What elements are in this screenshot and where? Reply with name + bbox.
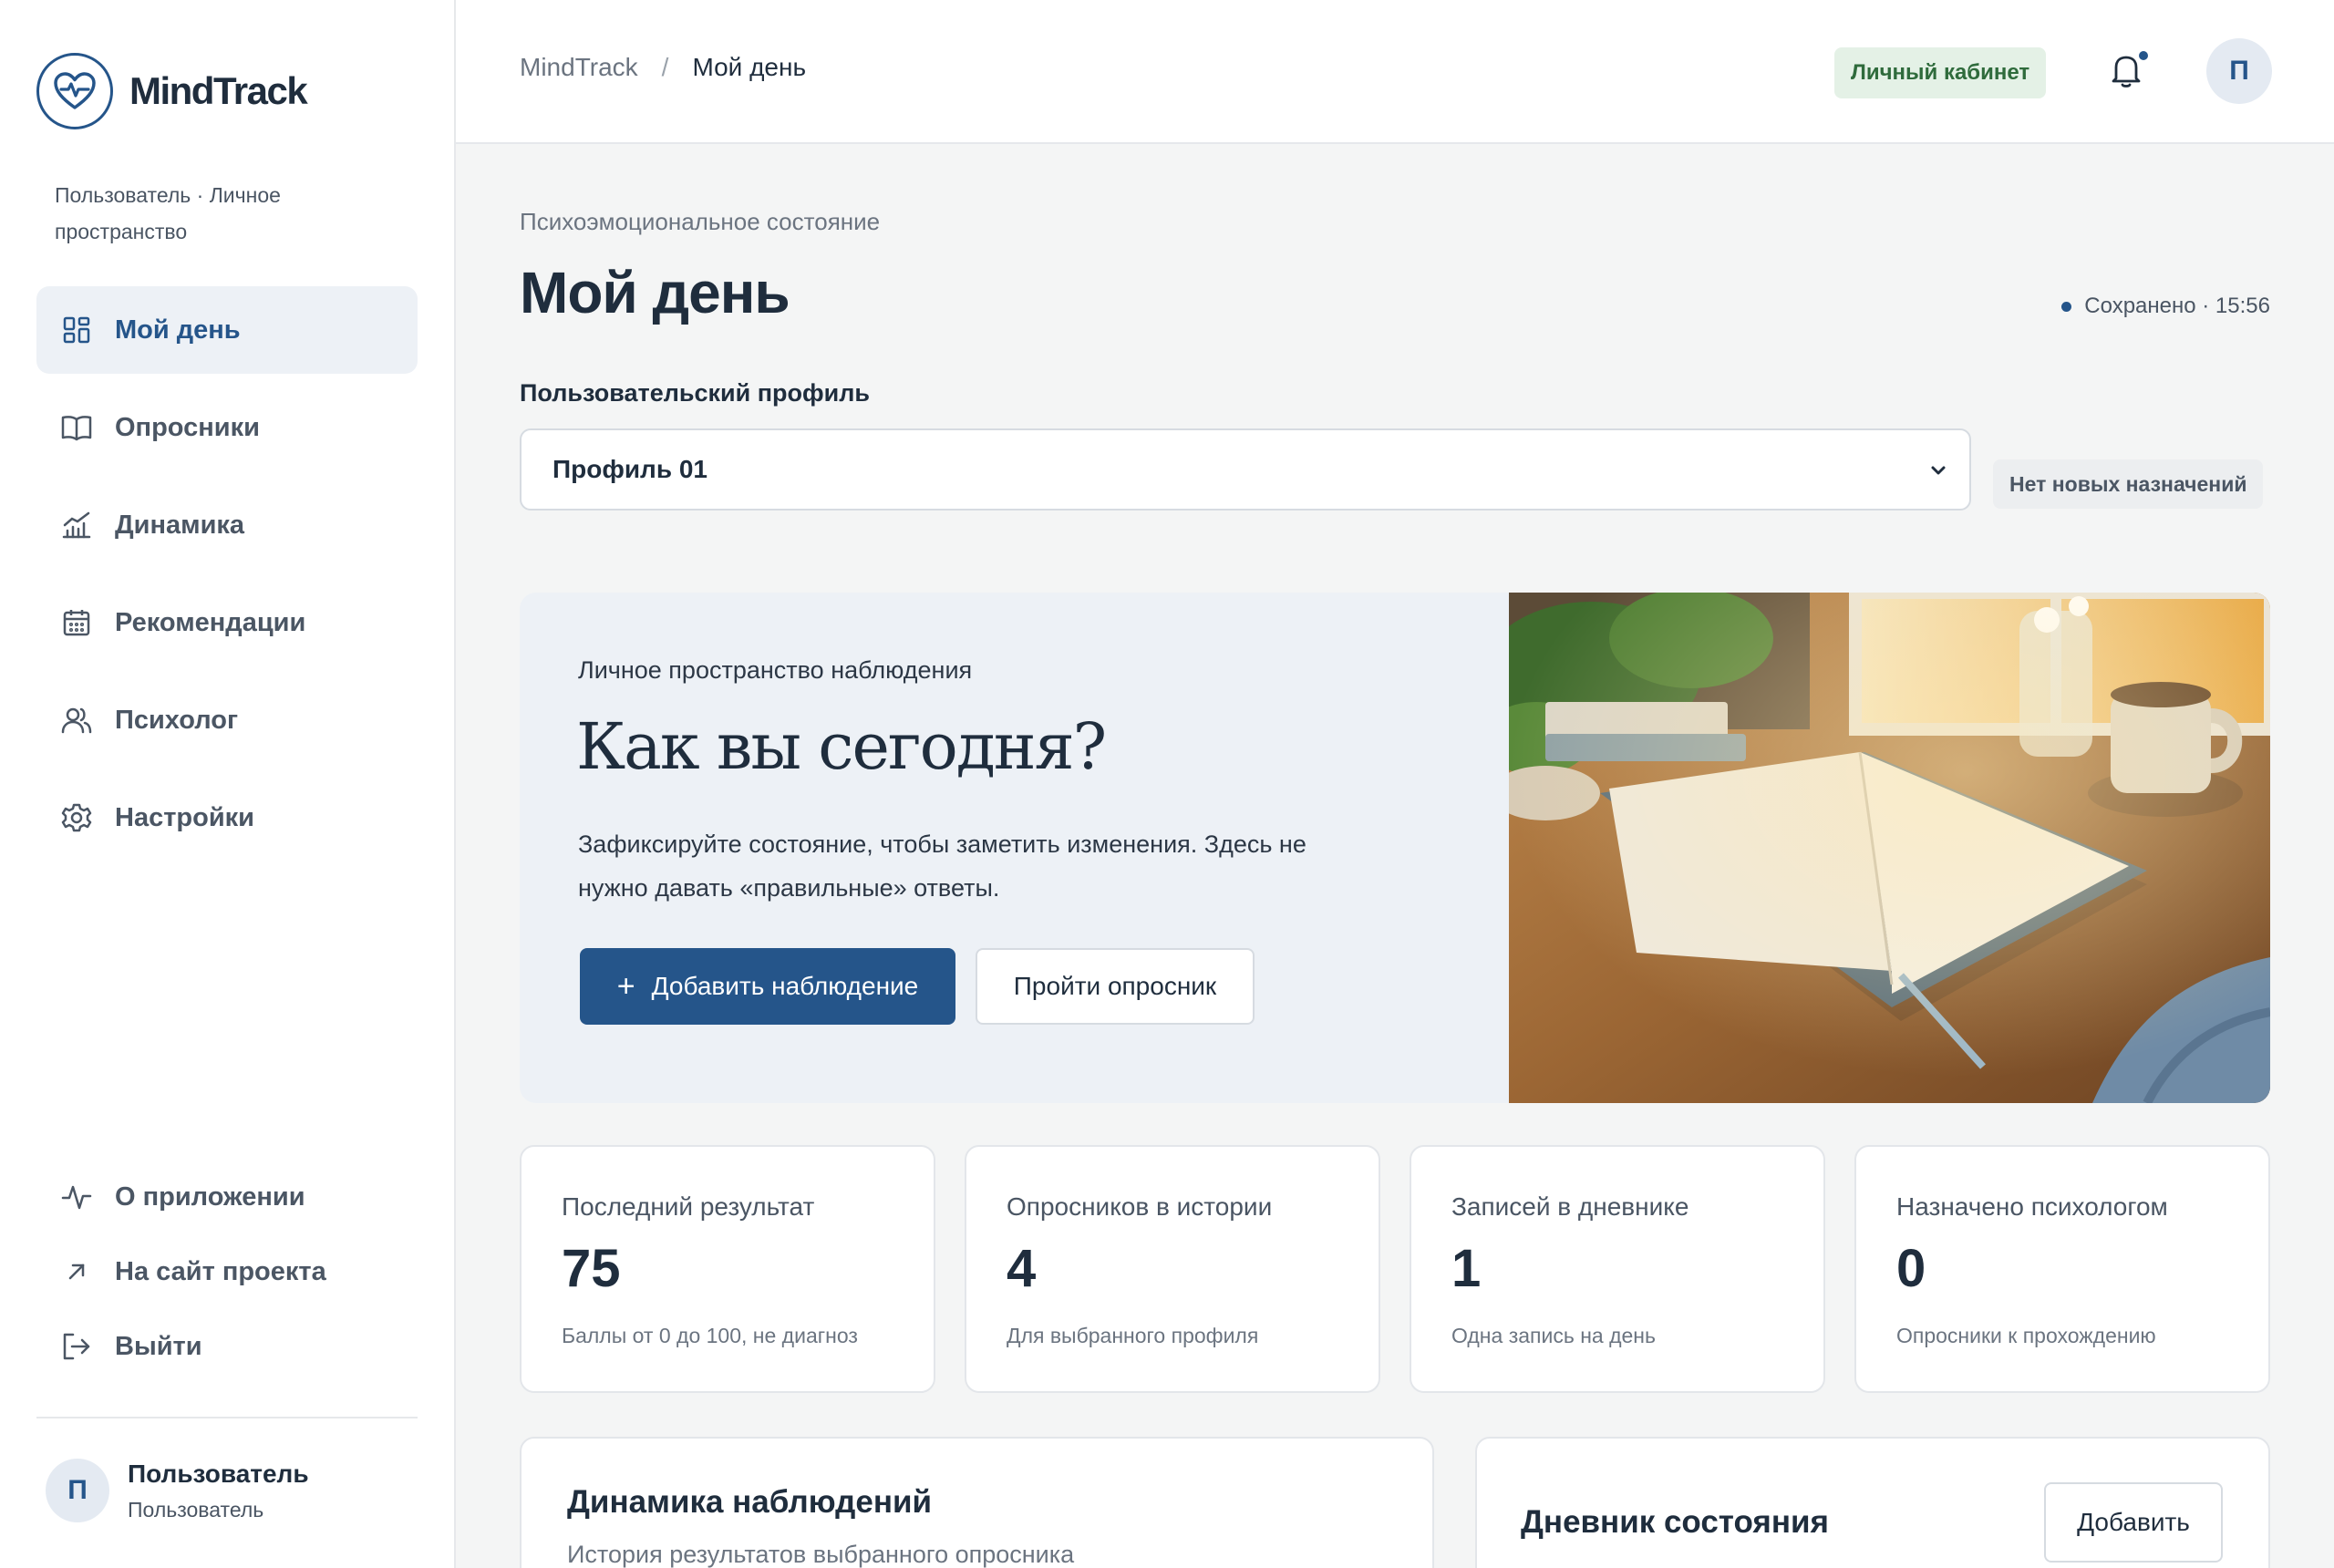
heart-pulse-logo-icon [36, 53, 113, 129]
save-status-text: Сохранено · 15:56 [2084, 294, 2270, 318]
stat-label: Опросников в истории [1007, 1192, 1273, 1221]
sidebar-subtitle: Пользователь · Личное пространство [55, 183, 281, 243]
dynamics-card-subtitle: История результатов выбранного опросника [567, 1541, 1075, 1568]
take-questionnaire-button[interactable]: Пройти опросник [976, 948, 1255, 1025]
sidebar: MindTrack Пользователь · Личное простран… [0, 0, 456, 1568]
sidebar-item-label: Настройки [115, 802, 255, 832]
sidebar-item-psychologist[interactable]: Психолог [36, 676, 418, 764]
logout-link[interactable]: Выйти [36, 1309, 418, 1384]
hero-title: Как вы сегодня? [576, 709, 1107, 784]
users-icon [60, 704, 93, 737]
breadcrumb-separator: / [661, 53, 669, 81]
stat-card-last-result: Последний результат 75 Баллы от 0 до 100… [520, 1145, 935, 1393]
breadcrumb-current: Мой день [692, 53, 807, 81]
sidebar-divider [36, 1417, 418, 1418]
stat-value: 1 [1451, 1239, 1482, 1298]
sidebar-item-my-day[interactable]: Мой день [36, 286, 418, 374]
calendar-icon [60, 606, 93, 639]
stat-value: 0 [1896, 1239, 1926, 1298]
avatar[interactable]: П [2206, 38, 2272, 104]
sidebar-bottom-links: О приложении На сайт проекта Выйти [36, 1160, 418, 1384]
hero-card: Личное пространство наблюдения Как вы се… [520, 593, 2270, 1103]
stat-note: Баллы от 0 до 100, не диагноз [562, 1324, 858, 1347]
page-title: Мой день [520, 260, 790, 325]
hero-eyebrow: Личное пространство наблюдения [578, 656, 973, 684]
assignments-badge: Нет новых назначений [1993, 459, 2264, 509]
stat-value: 4 [1007, 1239, 1037, 1298]
user-card[interactable]: П Пользователь Пользователь [46, 1459, 309, 1522]
sidebar-item-dynamics[interactable]: Динамика [36, 481, 418, 569]
stat-label: Последний результат [562, 1192, 815, 1221]
project-site-label: На сайт проекта [115, 1256, 326, 1286]
logout-icon [60, 1330, 93, 1363]
avatar: П [46, 1459, 109, 1522]
notification-dot [2139, 51, 2148, 60]
sidebar-item-recommendations[interactable]: Рекомендации [36, 579, 418, 666]
sidebar-item-label: Динамика [115, 510, 245, 540]
sidebar-item-label: Рекомендации [115, 607, 306, 637]
user-name: Пользователь [128, 1459, 309, 1488]
sidebar-item-settings[interactable]: Настройки [36, 774, 418, 861]
breadcrumb-root[interactable]: MindTrack [520, 53, 638, 82]
add-observation-button[interactable]: + Добавить наблюдение [580, 948, 955, 1025]
user-info: Пользователь Пользователь [128, 1460, 309, 1522]
stat-note: Опросники к прохождению [1896, 1324, 2156, 1347]
bell-icon [2108, 56, 2144, 93]
add-observation-label: Добавить наблюдение [651, 972, 919, 1000]
notifications-button[interactable] [2108, 51, 2148, 91]
chevron-down-icon [1927, 459, 1949, 486]
dynamics-card: Динамика наблюдений История результатов … [520, 1437, 1434, 1568]
app-logo[interactable]: MindTrack [36, 53, 308, 129]
sidebar-nav: Мой день Опросники Динамика Рекомендации… [36, 286, 418, 872]
user-role: Пользователь [128, 1497, 264, 1522]
arrow-up-right-icon [60, 1255, 93, 1288]
breadcrumb: MindTrack / Мой день [520, 53, 806, 82]
diary-card-title: Дневник состояния [1521, 1504, 1829, 1540]
app-name: MindTrack [129, 69, 308, 112]
sidebar-item-label: Психолог [115, 705, 239, 735]
pulse-icon [60, 1181, 93, 1213]
sidebar-item-questionnaires[interactable]: Опросники [36, 384, 418, 471]
profile-select-value: Профиль 01 [553, 455, 707, 483]
status-dot [2061, 301, 2072, 312]
about-app-link[interactable]: О приложении [36, 1160, 418, 1234]
stat-value: 75 [562, 1239, 621, 1298]
project-site-link[interactable]: На сайт проекта [36, 1234, 418, 1309]
profile-label: Пользовательский профиль [520, 379, 870, 407]
chart-icon [60, 509, 93, 542]
save-status: Сохранено · 15:56 [2061, 294, 2270, 319]
dynamics-card-title: Динамика наблюдений [567, 1484, 933, 1520]
plus-icon: + [616, 969, 635, 1004]
hero-description: Зафиксируйте состояние, чтобы заметить и… [578, 830, 1306, 902]
stat-card-questionnaires-history: Опросников в истории 4 Для выбранного пр… [965, 1145, 1380, 1393]
page-eyebrow: Психоэмоциональное состояние [520, 208, 881, 235]
stat-card-assigned: Назначено психологом 0 Опросники к прохо… [1854, 1145, 2270, 1393]
stat-note: Для выбранного профиля [1007, 1324, 1259, 1347]
dashboard-grid-icon [60, 314, 93, 346]
stat-card-diary-entries: Записей в дневнике 1 Одна запись на день [1410, 1145, 1825, 1393]
gear-icon [60, 801, 93, 834]
sidebar-item-label: Мой день [115, 315, 241, 345]
stat-label: Записей в дневнике [1451, 1192, 1689, 1221]
topbar: MindTrack / Мой день Личный кабинет П [456, 0, 2334, 144]
profile-select[interactable]: Профиль 01 [520, 428, 1971, 511]
stat-note: Одна запись на день [1451, 1324, 1656, 1347]
personal-cabinet-badge[interactable]: Личный кабинет [1834, 47, 2047, 98]
logout-label: Выйти [115, 1331, 202, 1361]
sidebar-item-label: Опросники [115, 412, 260, 442]
stat-label: Назначено психологом [1896, 1192, 2168, 1221]
about-app-label: О приложении [115, 1181, 305, 1212]
journal-desk-photo [1509, 593, 2270, 1103]
book-icon [60, 411, 93, 444]
add-diary-entry-button[interactable]: Добавить [2044, 1482, 2223, 1563]
diary-card: Дневник состояния Добавить [1475, 1437, 2270, 1568]
